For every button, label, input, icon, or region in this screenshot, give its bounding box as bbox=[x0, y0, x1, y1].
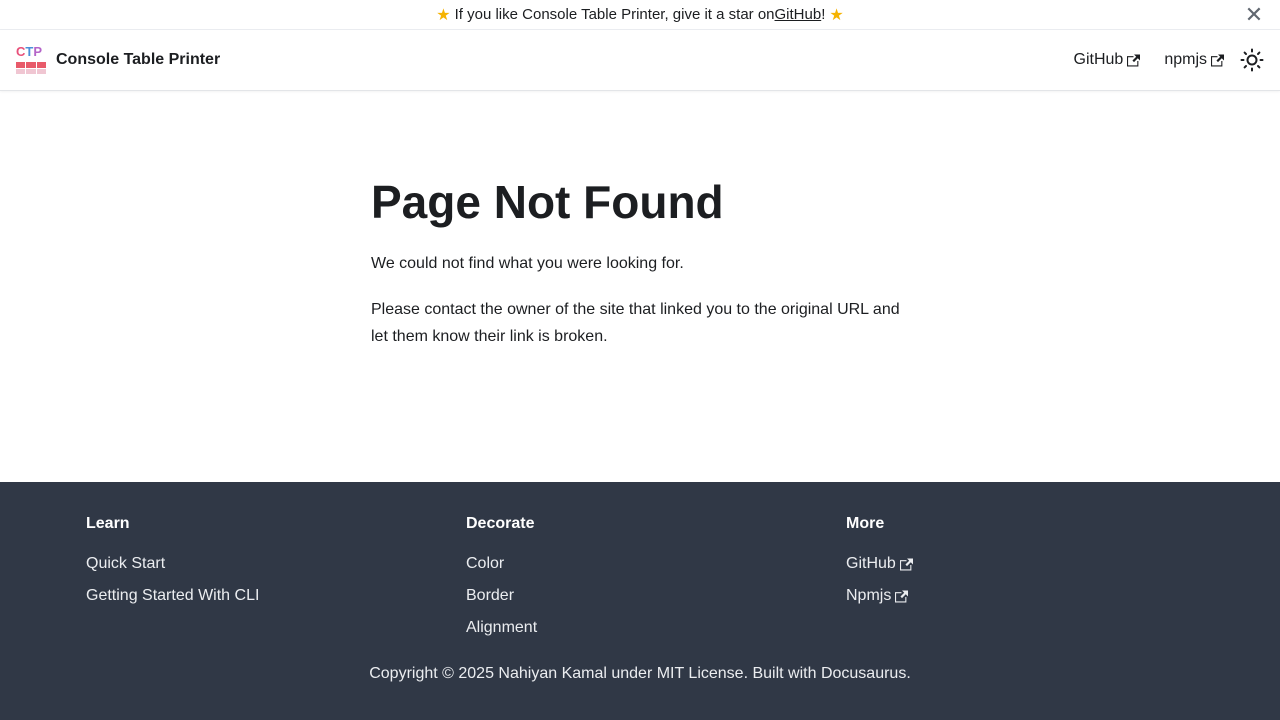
footer-link-label: Npmjs bbox=[846, 587, 892, 604]
footer: Learn Quick Start Getting Started With C… bbox=[0, 482, 1280, 720]
close-icon: ✕ bbox=[1244, 2, 1264, 27]
announcement-github-link[interactable]: GitHub bbox=[775, 6, 822, 23]
not-found-message: We could not find what you were looking … bbox=[371, 255, 684, 273]
footer-link-getting-started-cli[interactable]: Getting Started With CLI bbox=[86, 584, 259, 608]
announcement-bar: ★ If you like Console Table Printer, giv… bbox=[0, 0, 1280, 30]
external-link-icon bbox=[895, 590, 909, 602]
not-found-instructions: Please contact the owner of the site tha… bbox=[371, 301, 900, 346]
footer-columns: Learn Quick Start Getting Started With C… bbox=[86, 512, 1226, 648]
external-link-icon bbox=[1127, 54, 1141, 66]
star-icon: ★ bbox=[829, 6, 844, 24]
main-content: Page Not Found We could not find what yo… bbox=[0, 91, 1280, 482]
not-found-content: Page Not Found We could not find what yo… bbox=[371, 175, 911, 369]
logo-table-grid bbox=[16, 62, 46, 74]
navbar: CTP Console Table Printer GitHub npmjs bbox=[0, 30, 1280, 91]
footer-link-npmjs[interactable]: Npmjs bbox=[846, 584, 909, 608]
sun-icon bbox=[1240, 48, 1264, 72]
footer-column-decorate: Decorate Color Border Alignment bbox=[466, 512, 846, 648]
footer-link-github[interactable]: GitHub bbox=[846, 552, 913, 576]
site-title: Console Table Printer bbox=[56, 51, 221, 68]
logo-letter: P bbox=[33, 44, 43, 59]
close-announcement-button[interactable]: ✕ bbox=[1244, 2, 1264, 27]
footer-column-title: Learn bbox=[86, 515, 130, 532]
nav-github-link[interactable]: GitHub bbox=[1074, 51, 1141, 69]
footer-column-title: Decorate bbox=[466, 515, 535, 532]
nav-link-label: npmjs bbox=[1164, 51, 1207, 68]
navbar-right: GitHub npmjs bbox=[1050, 48, 1264, 72]
star-icon: ★ bbox=[436, 6, 451, 24]
footer-link-label: GitHub bbox=[846, 555, 896, 572]
footer-link-border[interactable]: Border bbox=[466, 584, 514, 608]
nav-link-label: GitHub bbox=[1073, 51, 1124, 68]
footer-column-more: More GitHub Npmjs bbox=[846, 512, 1226, 648]
footer-link-quick-start[interactable]: Quick Start bbox=[86, 552, 165, 576]
footer-link-alignment[interactable]: Alignment bbox=[466, 616, 537, 640]
external-link-icon bbox=[899, 558, 913, 570]
footer-column-learn: Learn Quick Start Getting Started With C… bbox=[86, 512, 466, 648]
announcement-suffix: ! bbox=[821, 6, 826, 23]
theme-toggle-button[interactable] bbox=[1240, 48, 1264, 72]
external-link-icon bbox=[1211, 54, 1224, 66]
logo-letters: CTP bbox=[16, 44, 42, 59]
footer-link-color[interactable]: Color bbox=[466, 552, 504, 576]
footer-column-title: More bbox=[846, 515, 885, 532]
brand-link[interactable]: CTP Console Table Printer bbox=[16, 44, 221, 74]
logo: CTP bbox=[16, 44, 48, 74]
page-title: Page Not Found bbox=[371, 176, 724, 228]
copyright-text: Copyright © 2025 Nahiyan Kamal under MIT… bbox=[369, 665, 911, 682]
logo-letter: C bbox=[16, 44, 26, 59]
nav-npmjs-link[interactable]: npmjs bbox=[1164, 51, 1224, 69]
announcement-prefix: If you like Console Table Printer, give … bbox=[454, 6, 775, 23]
